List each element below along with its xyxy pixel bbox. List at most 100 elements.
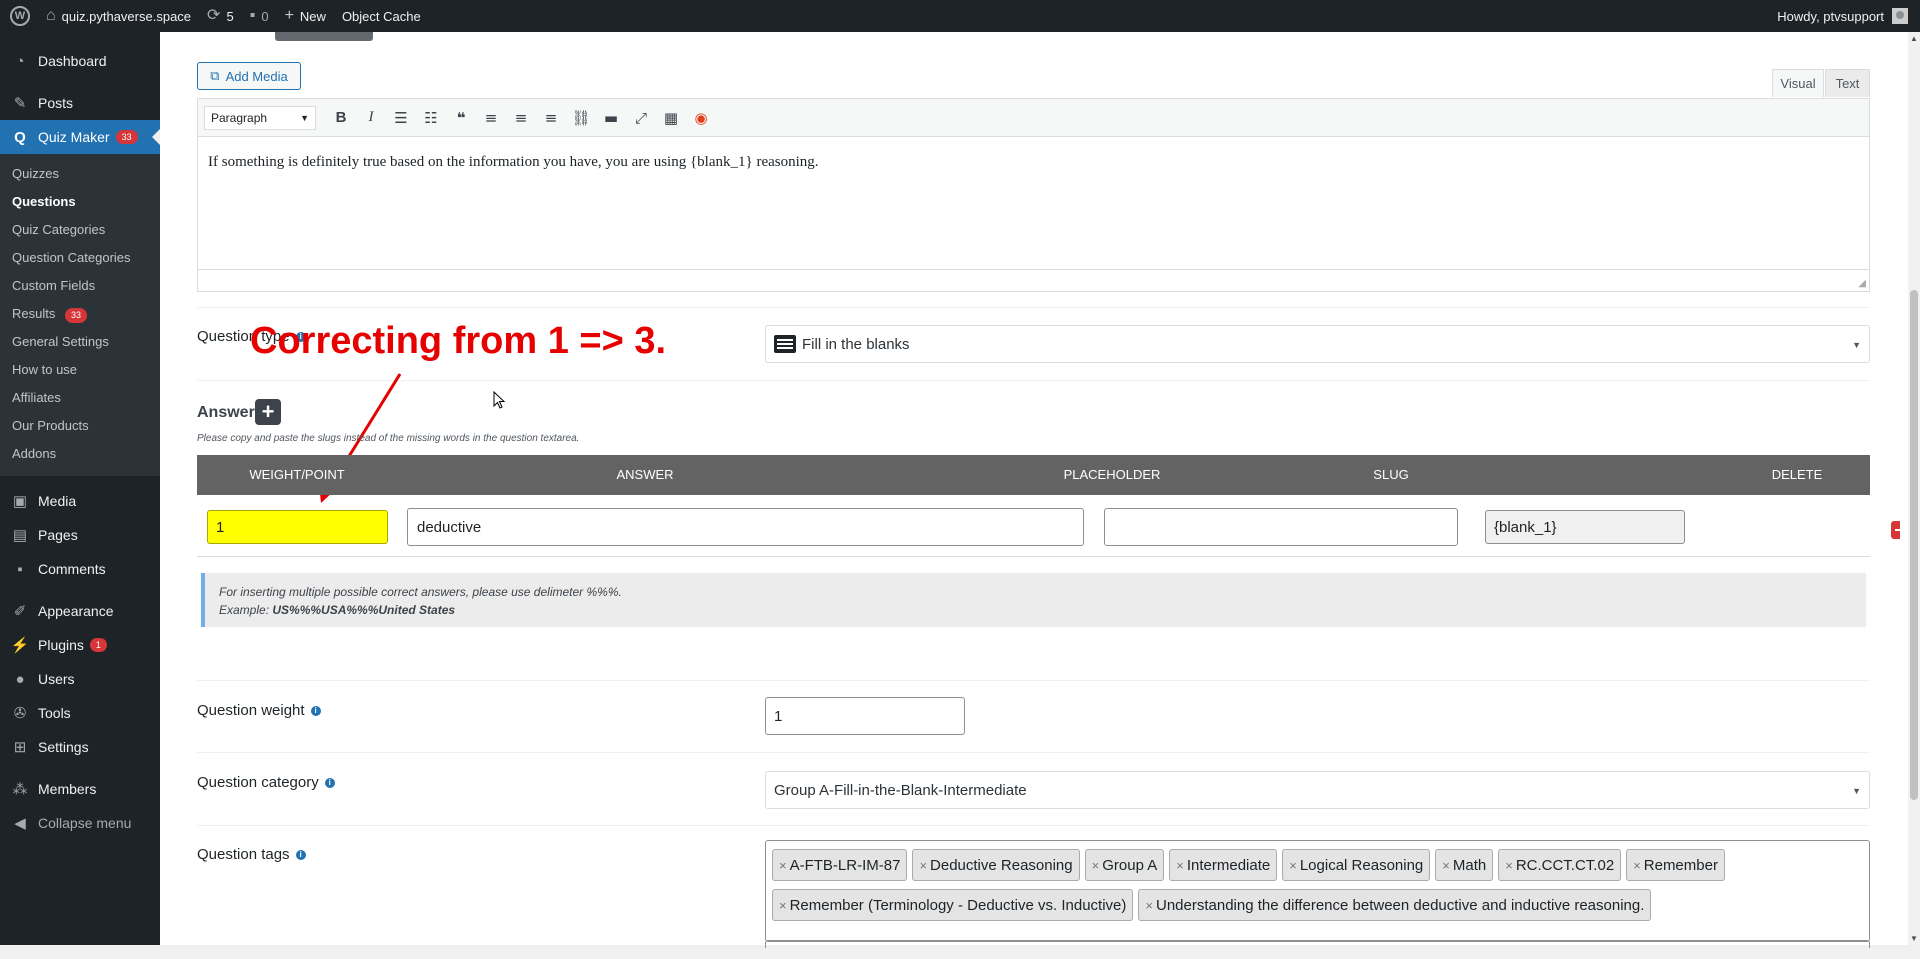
- remove-tag-icon[interactable]: ×: [1176, 858, 1184, 873]
- page-scrollbar[interactable]: ▲ ▼: [1908, 32, 1920, 945]
- align-left-icon[interactable]: ≡: [476, 109, 506, 127]
- question-tags-label: Question tags i: [197, 846, 306, 863]
- site-name-link[interactable]: ⌂ quiz.pythaverse.space: [38, 0, 199, 32]
- tag-chip: × Intermediate: [1169, 849, 1278, 881]
- sidebar-item-users[interactable]: ● Users: [0, 662, 160, 696]
- blockquote-icon[interactable]: ❝: [446, 109, 476, 127]
- remove-tag-icon[interactable]: ×: [779, 858, 787, 873]
- partial-button[interactable]: [275, 32, 373, 41]
- header-placeholder: PLACEHOLDER: [1063, 467, 1161, 482]
- remove-tag-icon[interactable]: ×: [1092, 858, 1100, 873]
- question-category-label: Question category i: [197, 774, 335, 791]
- scrollbar-thumb[interactable]: [1910, 290, 1918, 800]
- numbered-list-icon[interactable]: ☷: [416, 109, 446, 127]
- fullscreen-icon[interactable]: ⤢: [626, 109, 656, 127]
- remove-tag-icon[interactable]: ×: [1145, 898, 1153, 913]
- read-more-icon[interactable]: ▬: [596, 109, 626, 127]
- quiz-maker-shortcode-icon[interactable]: ◉: [686, 109, 716, 127]
- submenu-custom-fields[interactable]: Custom Fields: [0, 272, 160, 300]
- info-icon[interactable]: i: [324, 777, 335, 788]
- add-answer-button[interactable]: +: [255, 399, 281, 425]
- sidebar-item-comments[interactable]: ▪ Comments: [0, 552, 160, 586]
- sidebar-item-members[interactable]: ⁂ Members: [0, 772, 160, 806]
- wp-logo-menu[interactable]: W: [0, 0, 38, 32]
- plugins-badge: 1: [89, 637, 107, 653]
- object-cache-link[interactable]: Object Cache: [334, 0, 429, 32]
- plugin-icon: ⚡: [10, 637, 30, 654]
- tab-visual[interactable]: Visual: [1772, 69, 1824, 97]
- bold-icon[interactable]: B: [326, 109, 356, 126]
- admin-bar: W ⌂ quiz.pythaverse.space ⟳ 5 ▪ 0 + New …: [0, 0, 1920, 32]
- format-select[interactable]: Paragraph ▼: [204, 105, 316, 130]
- sidebar-item-settings[interactable]: ⊞ Settings: [0, 730, 160, 764]
- new-content-link[interactable]: + New: [277, 0, 334, 32]
- submenu-question-categories[interactable]: Question Categories: [0, 244, 160, 272]
- remove-tag-icon[interactable]: ×: [779, 898, 787, 913]
- submenu-affiliates[interactable]: Affiliates: [0, 384, 160, 412]
- submenu-addons[interactable]: Addons: [0, 440, 160, 468]
- table-list-icon: [774, 335, 796, 353]
- tag-chip: × Math: [1435, 849, 1494, 881]
- sidebar-item-dashboard[interactable]: ◔ Dashboard: [0, 44, 160, 78]
- media-icon: ▣: [12, 493, 28, 510]
- remove-tag-icon[interactable]: ×: [1289, 858, 1297, 873]
- submenu-quiz-categories[interactable]: Quiz Categories: [0, 216, 160, 244]
- question-type-select[interactable]: Fill in the blanks ▼: [765, 325, 1870, 363]
- submenu-how-to-use[interactable]: How to use: [0, 356, 160, 384]
- submenu-questions[interactable]: Questions: [0, 188, 160, 216]
- answer-placeholder-input[interactable]: [1104, 508, 1458, 546]
- info-icon[interactable]: i: [295, 849, 306, 860]
- sidebar-item-pages[interactable]: ▤ Pages: [0, 518, 160, 552]
- admin-sidebar: ◔ Dashboard ✎ Posts Q Quiz Maker 33 Quiz…: [0, 32, 160, 945]
- updates-link[interactable]: ⟳ 5: [199, 0, 242, 32]
- remove-tag-icon[interactable]: ×: [1442, 858, 1450, 873]
- sidebar-item-plugins[interactable]: ⚡ Plugins 1: [0, 628, 160, 662]
- submenu-results[interactable]: Results 33: [0, 300, 160, 328]
- question-weight-input[interactable]: 1: [765, 697, 965, 735]
- next-field-partial[interactable]: [765, 940, 1870, 948]
- submenu-quizzes[interactable]: Quizzes: [0, 160, 160, 188]
- submenu-general-settings[interactable]: General Settings: [0, 328, 160, 356]
- question-category-select[interactable]: Group A-Fill-in-the-Blank-Intermediate ▼: [765, 771, 1870, 809]
- toolbar-toggle-icon[interactable]: ▦: [656, 109, 686, 127]
- user-icon: ●: [15, 670, 25, 688]
- tab-text[interactable]: Text: [1825, 69, 1870, 97]
- scroll-down-arrow-icon[interactable]: ▼: [1910, 934, 1918, 943]
- avatar: [1892, 8, 1908, 24]
- my-account-menu[interactable]: Howdy, ptvsupport: [1777, 8, 1920, 24]
- scroll-up-arrow-icon[interactable]: ▲: [1910, 34, 1918, 43]
- annotation-text: Correcting from 1 => 3.: [250, 320, 667, 362]
- tag-chip: × Remember: [1626, 849, 1725, 881]
- answer-weight-input[interactable]: 1: [207, 510, 388, 544]
- quiz-maker-badge: 33: [115, 129, 138, 145]
- remove-tag-icon[interactable]: ×: [1633, 858, 1641, 873]
- answer-text-input[interactable]: deductive: [407, 508, 1084, 546]
- comments-link[interactable]: ▪ 0: [242, 0, 277, 32]
- tag-chip: × Understanding the difference between de…: [1138, 889, 1652, 921]
- add-media-button[interactable]: ⧉ Add Media: [197, 62, 301, 90]
- sidebar-item-media[interactable]: ▣ Media: [0, 484, 160, 518]
- question-editor[interactable]: Paragraph ▼ B I ☰ ☷ ❝ ≡ ≡ ≡ ⛓ ▬ ⤢ ▦ ◉ If…: [197, 98, 1870, 292]
- collapse-menu-button[interactable]: ◀ Collapse menu: [0, 806, 160, 840]
- question-weight-label: Question weight i: [197, 702, 321, 719]
- sidebar-item-posts[interactable]: ✎ Posts: [0, 86, 160, 120]
- header-weight: WEIGHT/POINT: [249, 467, 345, 482]
- resize-handle-icon[interactable]: ◢: [1858, 278, 1866, 289]
- align-right-icon[interactable]: ≡: [536, 109, 566, 127]
- sidebar-item-appearance[interactable]: ✐ Appearance: [0, 594, 160, 628]
- sidebar-item-quiz-maker[interactable]: Q Quiz Maker 33: [0, 120, 160, 154]
- submenu-our-products[interactable]: Our Products: [0, 412, 160, 440]
- chevron-down-icon: ▼: [300, 112, 309, 123]
- align-center-icon[interactable]: ≡: [506, 109, 536, 127]
- bullet-list-icon[interactable]: ☰: [386, 109, 416, 127]
- editor-content[interactable]: If something is definitely true based on…: [208, 154, 819, 171]
- remove-tag-icon[interactable]: ×: [1505, 858, 1513, 873]
- link-icon[interactable]: ⛓: [566, 109, 596, 127]
- remove-tag-icon[interactable]: ×: [919, 858, 927, 873]
- sidebar-item-tools[interactable]: ✇ Tools: [0, 696, 160, 730]
- question-tags-input[interactable]: × A-FTB-LR-IM-87 × Deductive Reasoning × Gr…: [765, 840, 1870, 942]
- pages-icon: ▤: [12, 527, 28, 544]
- info-icon[interactable]: i: [310, 705, 321, 716]
- italic-icon[interactable]: I: [356, 109, 386, 126]
- wordpress-logo-icon: W: [10, 6, 30, 26]
